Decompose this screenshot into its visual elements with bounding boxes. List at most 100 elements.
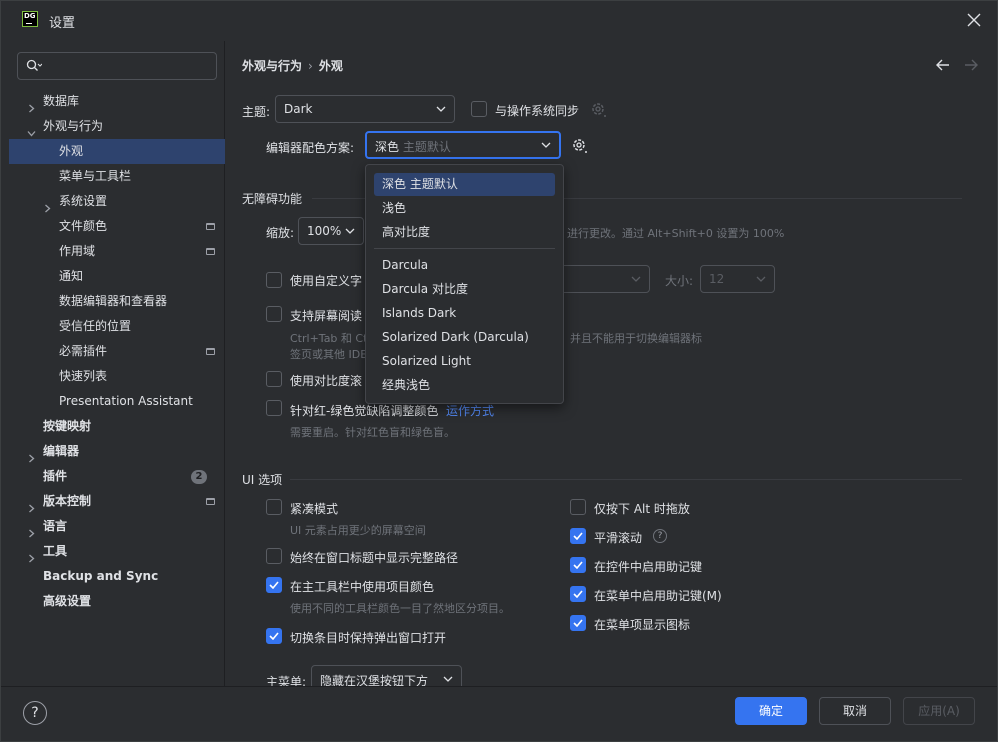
sidebar-item-label: 系统设置	[59, 194, 108, 208]
sidebar-item[interactable]: Backup and Sync	[9, 564, 225, 589]
title-bar: DG 设置	[1, 1, 997, 39]
ui-option-left-0-checkbox[interactable]	[266, 499, 282, 515]
sidebar-item[interactable]: 版本控制	[9, 489, 225, 514]
sidebar-item[interactable]: 菜单与工具栏	[9, 164, 225, 189]
sidebar-item[interactable]: 必需插件	[9, 339, 225, 364]
ui-option-right-3-checkbox[interactable]	[570, 586, 586, 602]
sidebar-item[interactable]: 按键映射	[9, 414, 225, 439]
settings-sidebar: 数据库 外观与行为 外观 菜单与工具栏系统设置文件颜色 作用域通知数据编辑器和查看器 受信…	[9, 41, 225, 686]
zoom-select[interactable]: 100%	[298, 217, 364, 245]
zoom-hint: 进行更改。通过 Alt+Shift+0 设置为 100%	[567, 227, 785, 240]
ui-option-right-4-checkbox[interactable]	[570, 615, 586, 631]
scheme-option[interactable]: Islands Dark	[374, 302, 555, 325]
sidebar-item-label: 语言	[43, 519, 68, 533]
sidebar-item[interactable]: 插件 2	[9, 464, 225, 489]
sidebar-item-label: 通知	[59, 269, 84, 283]
close-icon[interactable]	[967, 13, 981, 27]
section-divider	[290, 479, 962, 480]
color-blind-checkbox[interactable]	[266, 400, 282, 416]
sidebar-item[interactable]: 文件颜色	[9, 214, 225, 239]
search-field[interactable]	[17, 52, 217, 80]
scheme-option[interactable]: 高对比度	[374, 221, 555, 244]
sidebar-item-label: 插件	[43, 469, 68, 483]
sidebar-item[interactable]: 通知	[9, 264, 225, 289]
scheme-value-hint: 主题默认	[402, 140, 451, 154]
chevron-right-icon[interactable]	[27, 97, 36, 113]
ok-button[interactable]: 确定	[735, 697, 807, 725]
scheme-option[interactable]: Solarized Light	[374, 350, 555, 373]
sidebar-item[interactable]: 编辑器	[9, 439, 225, 464]
sidebar-item[interactable]: 工具	[9, 539, 225, 564]
chevron-right-icon[interactable]	[27, 447, 36, 463]
sidebar-item[interactable]: 高级设置	[9, 589, 225, 614]
dialog-footer: ? 确定 取消 应用(A)	[1, 686, 997, 741]
sync-os-label: 与操作系统同步	[495, 104, 580, 118]
update-count-badge: 2	[191, 470, 207, 484]
font-size-select[interactable]: 12	[700, 265, 775, 293]
color-blind-label: 针对红-绿色觉缺陷调整颜色 运作方式	[290, 404, 494, 418]
sidebar-item[interactable]: 数据库	[9, 89, 225, 114]
forward-arrow-icon[interactable]	[964, 59, 978, 71]
font-size-value: 12	[709, 272, 725, 286]
ui-option-left-3-checkbox[interactable]	[266, 628, 282, 644]
screen-reader-label: 支持屏幕阅读	[290, 309, 363, 323]
scheme-option[interactable]: Solarized Dark (Darcula)	[374, 326, 555, 349]
sync-os-checkbox[interactable]	[471, 101, 487, 117]
scheme-option[interactable]: Darcula 对比度	[374, 278, 555, 301]
main-menu-select[interactable]: 隐藏在汉堡按钮下方	[311, 665, 462, 686]
custom-font-checkbox[interactable]	[266, 272, 282, 288]
contrast-scroll-checkbox[interactable]	[266, 371, 282, 387]
theme-select[interactable]: Dark	[275, 95, 455, 123]
scheme-option[interactable]: 经典浅色	[374, 374, 555, 397]
sidebar-item[interactable]: 外观	[9, 139, 225, 164]
ui-option-right-0-checkbox[interactable]	[570, 499, 586, 515]
chevron-right-icon[interactable]	[27, 547, 36, 563]
help-icon[interactable]: ?	[653, 529, 667, 543]
sidebar-item[interactable]: 快速列表	[9, 364, 225, 389]
chevron-right-icon[interactable]	[43, 197, 52, 213]
sidebar-item-label: 高级设置	[43, 594, 92, 608]
sidebar-item[interactable]: Presentation Assistant	[9, 389, 225, 414]
back-arrow-icon[interactable]	[936, 59, 950, 71]
chevron-right-icon[interactable]	[27, 522, 36, 538]
ui-option-right-1-checkbox[interactable]	[570, 528, 586, 544]
sidebar-item[interactable]: 语言	[9, 514, 225, 539]
scheme-option[interactable]: Darcula	[374, 254, 555, 277]
ui-option-left-2-checkbox[interactable]	[266, 577, 282, 593]
ui-option-left-3-label: 切换条目时保持弹出窗口打开	[290, 631, 447, 645]
breadcrumb-current: 外观	[318, 59, 343, 73]
sidebar-item-label: Backup and Sync	[43, 569, 159, 583]
sidebar-item[interactable]: 外观与行为	[9, 114, 225, 139]
ui-option-right-2-checkbox[interactable]	[570, 557, 586, 573]
scheme-option[interactable]: 浅色	[374, 197, 555, 220]
sidebar-item[interactable]: 数据编辑器和查看器	[9, 289, 225, 314]
breadcrumb-parent[interactable]: 外观与行为	[242, 59, 302, 73]
screen-reader-hint: Ctrl+Tab 和 Ct	[290, 332, 368, 345]
ui-option-right-3-label: 在菜单中启用助记键(M)	[594, 589, 722, 603]
project-level-icon	[206, 348, 215, 355]
scheme-option[interactable]: 深色 主题默认	[374, 173, 555, 196]
search-icon	[26, 59, 42, 71]
how-it-works-link[interactable]: 运作方式	[446, 404, 494, 418]
sidebar-item[interactable]: 受信任的位置	[9, 314, 225, 339]
settings-content: 外观与行为 › 外观 主题: Dark 与操作系统同步 编辑器配色方案: 深色 主题…	[226, 41, 997, 686]
theme-gear-icon[interactable]	[590, 101, 608, 119]
zoom-value: 100%	[307, 224, 342, 238]
sidebar-item-label: 工具	[43, 544, 68, 558]
scheme-select[interactable]: 深色 主题默认	[365, 131, 561, 159]
chevron-down-icon	[345, 228, 355, 234]
apply-button[interactable]: 应用(A)	[903, 697, 975, 725]
ui-option-left-1-label: 始终在窗口标题中显示完整路径	[290, 551, 459, 565]
search-input[interactable]	[46, 57, 212, 75]
screen-reader-checkbox[interactable]	[266, 306, 282, 322]
scheme-gear-icon[interactable]	[571, 137, 589, 155]
sidebar-item[interactable]: 系统设置	[9, 189, 225, 214]
font-family-select[interactable]	[556, 265, 650, 293]
chevron-down-icon[interactable]	[27, 122, 36, 137]
ui-option-left-1-checkbox[interactable]	[266, 548, 282, 564]
chevron-right-icon[interactable]	[27, 497, 36, 513]
cancel-button[interactable]: 取消	[819, 697, 891, 725]
help-button[interactable]: ?	[23, 701, 47, 725]
ui-option-left-0-hint: UI 元素占用更少的屏幕空间	[290, 524, 426, 537]
sidebar-item[interactable]: 作用域	[9, 239, 225, 264]
